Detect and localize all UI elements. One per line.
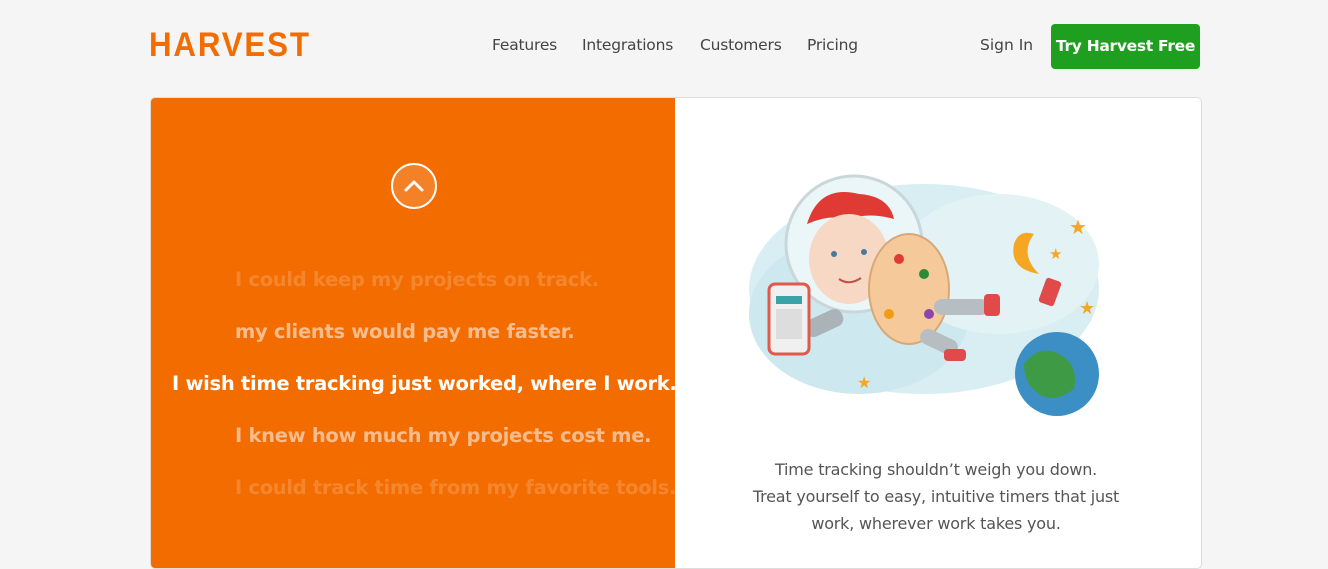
hero-description: Time tracking shouldn’t weigh you down. … <box>711 456 1161 537</box>
phrase-item: I could keep my projects on track. <box>235 268 599 291</box>
svg-text:★: ★ <box>1069 215 1087 239</box>
description-line: Treat yourself to easy, intuitive timers… <box>752 487 1120 506</box>
phrase-item: my clients would pay me faster. <box>235 320 575 343</box>
nav-customers[interactable]: Customers <box>700 36 782 54</box>
svg-text:★: ★ <box>1079 298 1095 319</box>
description-line: Time tracking shouldn’t weigh you down. <box>774 460 1098 479</box>
harvest-logo[interactable]: HARVEST <box>149 28 311 62</box>
nav-features[interactable]: Features <box>492 36 557 54</box>
astronaut-illustration: ★ ★ ★ ★ <box>749 174 1099 416</box>
svg-text:★: ★ <box>857 373 871 392</box>
chevron-up-icon <box>404 180 424 192</box>
description-line: work, wherever work takes you. <box>811 514 1061 533</box>
nav-integrations[interactable]: Integrations <box>582 36 673 54</box>
phrase-item-active: I wish time tracking just worked, where … <box>172 372 677 395</box>
sign-in-link[interactable]: Sign In <box>980 36 1033 54</box>
phrase-item: I knew how much my projects cost me. <box>235 424 652 447</box>
hero-card: I could keep my projects on track. my cl… <box>150 97 1202 569</box>
nav-pricing[interactable]: Pricing <box>807 36 858 54</box>
svg-text:★: ★ <box>1049 245 1062 263</box>
phrase-item: I could track time from my favorite tool… <box>235 476 677 499</box>
scroll-up-button[interactable] <box>391 163 437 209</box>
hero-phrases-panel: I could keep my projects on track. my cl… <box>151 98 677 568</box>
try-harvest-free-button[interactable]: Try Harvest Free <box>1051 24 1200 69</box>
